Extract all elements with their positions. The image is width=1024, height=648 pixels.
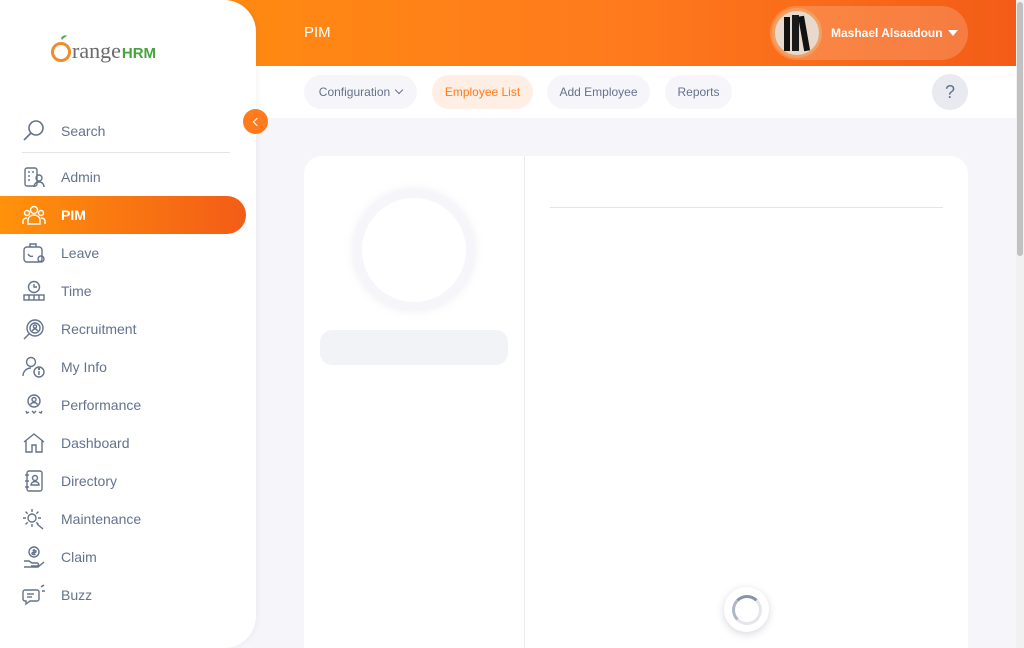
help-icon: ? (944, 81, 955, 102)
help-button[interactable]: ? (932, 74, 968, 110)
performance-icon (22, 393, 46, 417)
sidebar-search[interactable]: Search (22, 110, 230, 153)
scrollbar-thumb[interactable] (1017, 2, 1023, 256)
my-info-icon (22, 355, 46, 379)
page-title: PIM (304, 24, 331, 41)
sidebar-item-maintenance[interactable]: Maintenance (0, 500, 246, 538)
sidebar: range HRM Search Admin PIM Leave Time Re… (0, 0, 256, 648)
logo-hrm: HRM (121, 45, 157, 62)
claim-icon (22, 545, 46, 569)
profile-photo-inner (362, 198, 466, 302)
sidebar-item-dashboard[interactable]: Dashboard (0, 424, 246, 462)
logo-text: range (72, 38, 121, 63)
time-icon (22, 279, 46, 303)
recruitment-icon (22, 317, 46, 341)
sidebar-item-label: Recruitment (61, 321, 137, 337)
maintenance-icon (22, 507, 46, 531)
pim-icon (22, 203, 46, 227)
sidebar-item-leave[interactable]: Leave (0, 234, 246, 272)
user-name: Mashael Alsaadoun (831, 26, 943, 40)
dashboard-icon (22, 431, 46, 455)
sidebar-item-claim[interactable]: Claim (0, 538, 246, 576)
profile-photo-placeholder[interactable] (354, 190, 474, 310)
sidebar-item-label: Leave (61, 245, 100, 261)
search-label: Search (61, 123, 106, 139)
sidebar-item-label: Claim (61, 549, 97, 565)
sidebar-item-label: Admin (61, 169, 101, 185)
chevron-left-icon (252, 117, 261, 126)
caret-down-icon (947, 30, 958, 36)
sidebar-item-time[interactable]: Time (0, 272, 246, 310)
collapse-sidebar-button[interactable] (243, 109, 268, 134)
card-divider (524, 156, 525, 648)
leave-icon (22, 241, 46, 265)
sidebar-item-pim[interactable]: PIM (0, 196, 246, 234)
sidebar-item-performance[interactable]: Performance (0, 386, 246, 424)
sub-navigation: Configuration Employee List Add Employee… (256, 66, 1016, 118)
content-divider (550, 207, 943, 208)
search-icon (22, 119, 46, 143)
subnav-configuration[interactable]: Configuration (304, 75, 417, 109)
subnav-add-employee[interactable]: Add Employee (547, 75, 650, 109)
subnav-add-employee-label: Add Employee (559, 85, 638, 99)
sidebar-item-label: Maintenance (61, 511, 142, 527)
directory-icon (22, 469, 46, 493)
avatar-image-icon (784, 15, 811, 52)
sidebar-item-label: Performance (61, 397, 142, 413)
subnav-employee-list-label: Employee List (444, 85, 521, 99)
admin-icon (22, 165, 46, 189)
sidebar-item-buzz[interactable]: Buzz (0, 576, 246, 614)
subnav-employee-list[interactable]: Employee List (432, 75, 533, 109)
orange-logo-icon (51, 35, 71, 62)
loading-indicator (724, 587, 769, 632)
sidebar-item-label: Time (61, 283, 92, 299)
sidebar-menu: Admin PIM Leave Time Recruitment My Info… (0, 158, 256, 614)
sidebar-item-label: Buzz (61, 587, 93, 603)
sidebar-item-recruitment[interactable]: Recruitment (0, 310, 246, 348)
orangehrm-logo[interactable]: range HRM (50, 32, 156, 64)
sidebar-item-label: PIM (61, 207, 86, 223)
spinner-icon (731, 594, 762, 625)
sidebar-item-label: Directory (61, 473, 118, 489)
name-placeholder (320, 330, 508, 365)
subnav-configuration-label: Configuration (318, 85, 391, 99)
sidebar-item-label: Dashboard (61, 435, 130, 451)
sidebar-item-label: My Info (61, 359, 107, 375)
avatar (772, 8, 822, 58)
sidebar-item-admin[interactable]: Admin (0, 158, 246, 196)
sidebar-item-directory[interactable]: Directory (0, 462, 246, 500)
scrollbar[interactable] (1016, 0, 1024, 648)
sidebar-item-my-info[interactable]: My Info (0, 348, 246, 386)
subnav-reports-label: Reports (677, 85, 720, 99)
subnav-reports[interactable]: Reports (665, 75, 732, 109)
chevron-down-icon (394, 85, 404, 95)
buzz-icon (22, 583, 46, 607)
user-dropdown[interactable]: Mashael Alsaadoun (770, 6, 968, 60)
employee-card (304, 156, 968, 648)
